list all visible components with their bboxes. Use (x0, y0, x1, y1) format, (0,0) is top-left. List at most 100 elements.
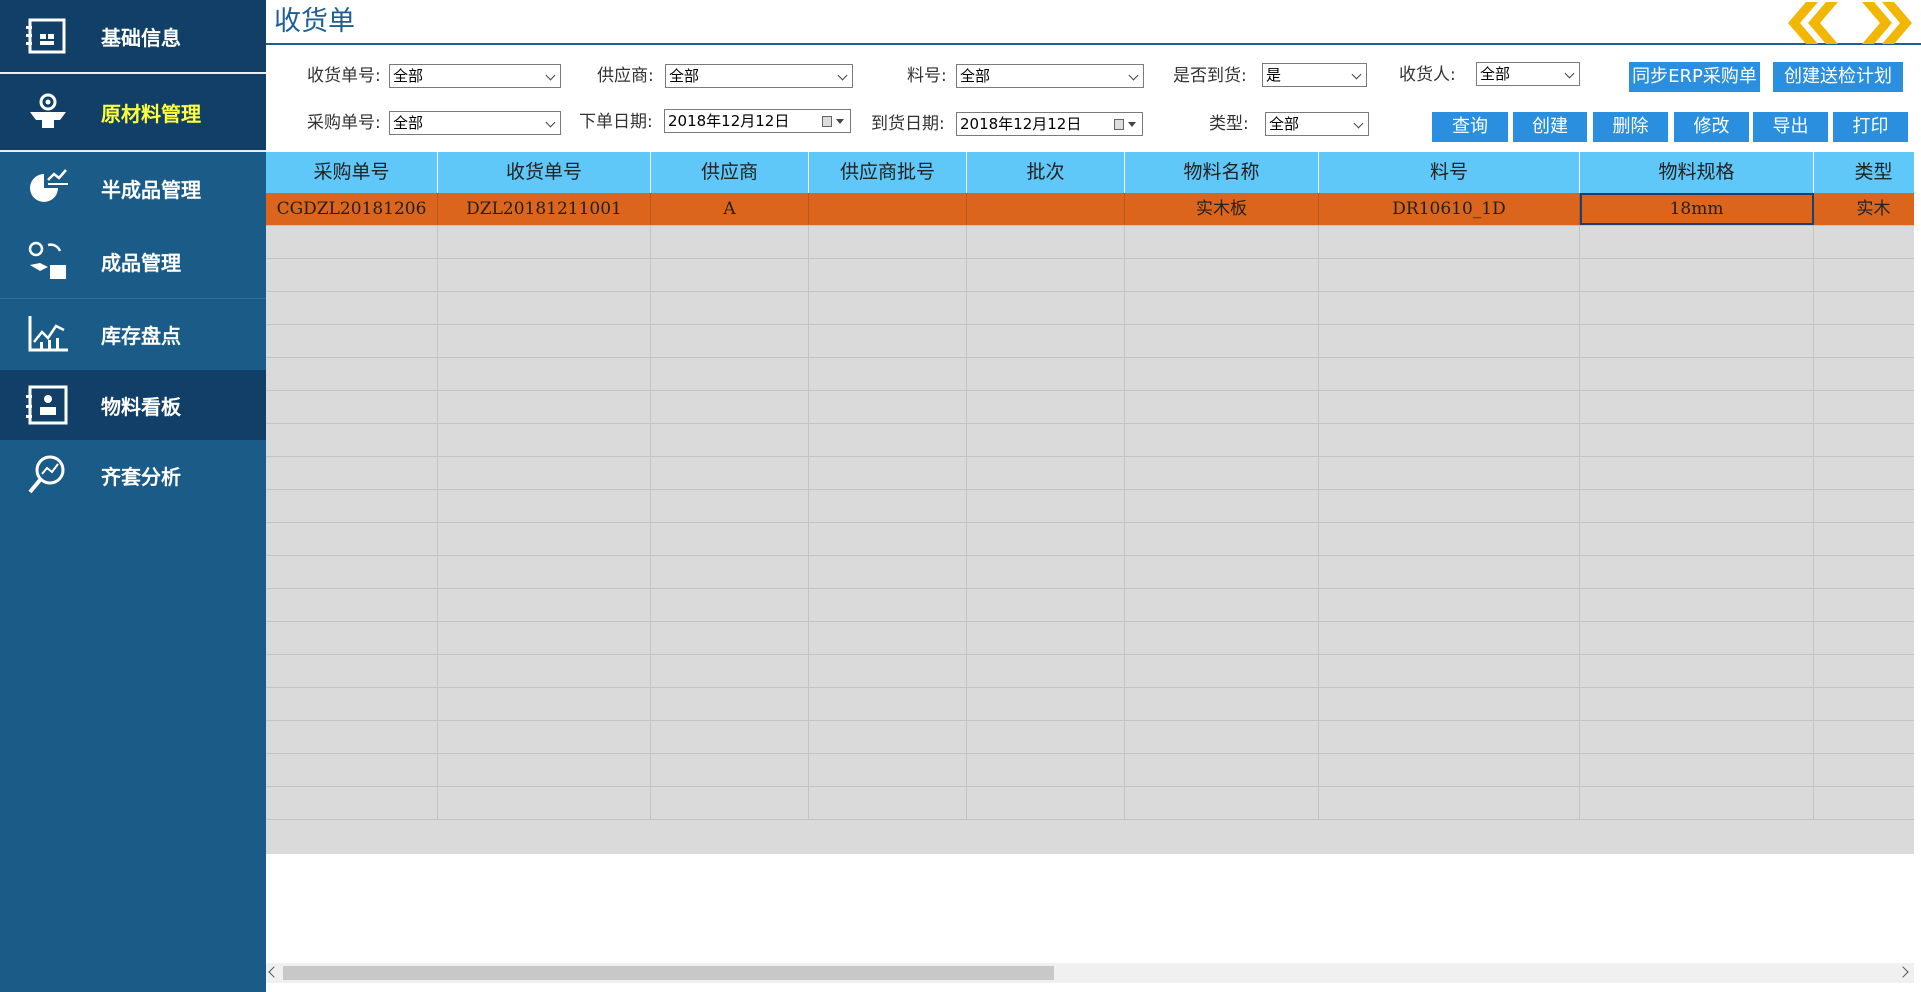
table-row[interactable] (266, 424, 1914, 457)
table-cell[interactable]: DZL20181211001 (438, 193, 651, 225)
table-cell[interactable] (438, 754, 651, 786)
table-cell[interactable] (1580, 325, 1814, 357)
table-cell[interactable] (266, 457, 438, 489)
table-cell[interactable] (266, 589, 438, 621)
sidebar-item-basic-info[interactable]: 基础信息 (0, 0, 266, 72)
table-cell[interactable] (1814, 358, 1914, 390)
column-header[interactable]: 类型 (1814, 152, 1914, 193)
table-cell[interactable] (651, 721, 809, 753)
table-cell[interactable] (1125, 655, 1319, 687)
table-cell[interactable] (809, 589, 967, 621)
table-cell[interactable] (438, 457, 651, 489)
table-cell[interactable]: CGDZL20181206 (266, 193, 438, 225)
table-cell[interactable] (266, 622, 438, 654)
table-cell[interactable] (438, 787, 651, 819)
table-cell[interactable] (809, 391, 967, 423)
table-cell[interactable] (1319, 754, 1580, 786)
modify-button[interactable]: 修改 (1674, 112, 1749, 142)
table-row[interactable] (266, 655, 1914, 688)
table-cell[interactable] (438, 589, 651, 621)
receipt-table[interactable]: 采购单号 收货单号 供应商 供应商批号 批次 物料名称 料号 物料规格 类型 CGDZL2018… (266, 152, 1914, 854)
table-cell[interactable] (438, 655, 651, 687)
table-cell[interactable] (1580, 655, 1814, 687)
table-cell[interactable] (1814, 721, 1914, 753)
table-cell[interactable] (1319, 424, 1580, 456)
table-cell[interactable]: 18mm (1580, 193, 1814, 225)
table-cell[interactable] (1580, 358, 1814, 390)
table-cell[interactable] (809, 292, 967, 324)
table-cell[interactable] (266, 688, 438, 720)
column-header[interactable]: 收货单号 (438, 152, 651, 193)
table-row[interactable] (266, 457, 1914, 490)
table-cell[interactable] (438, 721, 651, 753)
table-cell[interactable] (651, 556, 809, 588)
table-cell[interactable] (651, 490, 809, 522)
table-cell[interactable] (1580, 391, 1814, 423)
table-cell[interactable] (438, 292, 651, 324)
table-cell[interactable] (438, 523, 651, 555)
table-cell[interactable] (1319, 292, 1580, 324)
table-row[interactable] (266, 325, 1914, 358)
table-cell[interactable] (266, 523, 438, 555)
table-cell[interactable] (438, 358, 651, 390)
table-cell[interactable] (1319, 259, 1580, 291)
table-cell[interactable] (1580, 424, 1814, 456)
column-header[interactable]: 采购单号 (266, 152, 438, 193)
table-cell[interactable] (651, 259, 809, 291)
table-cell[interactable] (809, 688, 967, 720)
table-cell[interactable] (967, 721, 1125, 753)
table-cell[interactable] (809, 787, 967, 819)
table-cell[interactable] (651, 424, 809, 456)
table-cell[interactable] (1319, 655, 1580, 687)
table-row[interactable] (266, 523, 1914, 556)
table-cell[interactable] (651, 622, 809, 654)
table-cell[interactable] (266, 259, 438, 291)
po-no-select[interactable]: 全部 (389, 111, 561, 135)
table-cell[interactable] (1319, 325, 1580, 357)
collapse-arrows-icon[interactable] (1770, 0, 1921, 46)
table-cell[interactable] (809, 754, 967, 786)
table-cell[interactable] (809, 358, 967, 390)
scrollbar-thumb[interactable] (283, 966, 1054, 980)
table-cell[interactable] (266, 424, 438, 456)
table-cell[interactable] (1125, 721, 1319, 753)
table-cell[interactable] (967, 424, 1125, 456)
table-cell[interactable] (809, 226, 967, 258)
table-cell[interactable] (1814, 589, 1914, 621)
table-cell[interactable] (809, 457, 967, 489)
table-cell[interactable] (809, 424, 967, 456)
table-cell[interactable] (266, 325, 438, 357)
sidebar-item-material-board[interactable]: 物料看板 (0, 370, 266, 440)
table-cell[interactable] (1125, 325, 1319, 357)
table-cell[interactable] (967, 193, 1125, 225)
table-cell[interactable] (1125, 226, 1319, 258)
table-cell[interactable] (1580, 622, 1814, 654)
table-cell[interactable] (438, 325, 651, 357)
table-row[interactable] (266, 226, 1914, 259)
table-cell[interactable] (266, 655, 438, 687)
table-cell[interactable] (967, 655, 1125, 687)
table-cell[interactable] (1580, 259, 1814, 291)
table-cell[interactable] (809, 523, 967, 555)
table-cell[interactable] (1319, 622, 1580, 654)
table-cell[interactable] (967, 457, 1125, 489)
table-cell[interactable] (1814, 457, 1914, 489)
table-cell[interactable] (1319, 391, 1580, 423)
table-cell[interactable] (1319, 226, 1580, 258)
table-cell[interactable] (967, 490, 1125, 522)
table-row[interactable] (266, 688, 1914, 721)
table-cell[interactable] (1125, 754, 1319, 786)
table-cell[interactable] (1814, 688, 1914, 720)
table-cell[interactable] (967, 523, 1125, 555)
table-cell[interactable] (967, 391, 1125, 423)
create-button[interactable]: 创建 (1513, 112, 1587, 142)
table-cell[interactable] (1580, 292, 1814, 324)
table-cell[interactable] (651, 655, 809, 687)
table-cell[interactable] (1580, 457, 1814, 489)
arrival-date-picker[interactable]: 2018年12月12日 (956, 112, 1143, 136)
table-cell[interactable] (1319, 688, 1580, 720)
table-cell[interactable] (1319, 358, 1580, 390)
table-row[interactable] (266, 391, 1914, 424)
table-cell[interactable] (651, 325, 809, 357)
table-cell[interactable] (1814, 556, 1914, 588)
